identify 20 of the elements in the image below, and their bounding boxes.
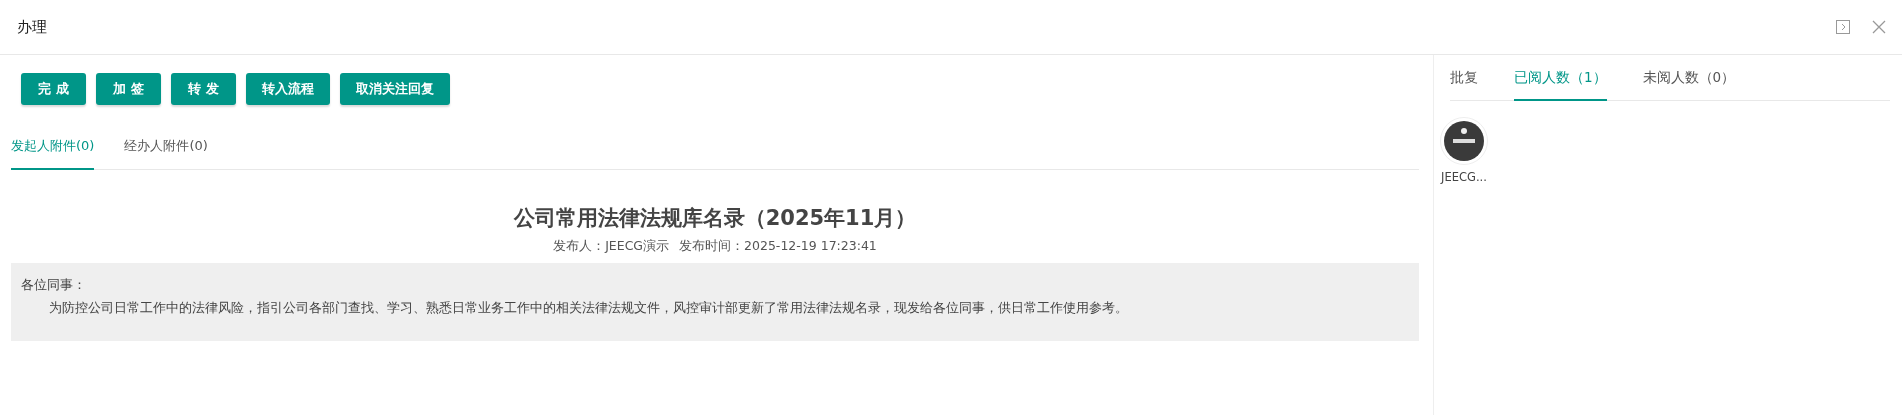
- action-button[interactable]: 转 发: [171, 73, 236, 105]
- avatar: [1440, 117, 1488, 165]
- side-tab[interactable]: 批复: [1450, 69, 1478, 101]
- side-tab[interactable]: 已阅人数（1）: [1514, 69, 1607, 101]
- side-tab[interactable]: 未阅人数（0）: [1642, 69, 1736, 101]
- action-button[interactable]: 完 成: [21, 73, 86, 105]
- action-button[interactable]: 取消关注回复: [340, 73, 450, 105]
- close-icon[interactable]: [1872, 20, 1886, 34]
- reader-name: JEECG...: [1441, 170, 1487, 184]
- action-button[interactable]: 加 签: [96, 73, 161, 105]
- action-button[interactable]: 转入流程: [246, 73, 330, 105]
- publisher: 发布人：JEECG演示: [553, 238, 670, 255]
- greeting: 各位同事：: [21, 277, 87, 294]
- notice-body: 为防控公司日常工作中的法律风险，指引公司各部门查找、学习、熟悉日常业务工作中的相关法律法规文件，风控审计部更新了常用法律法规名录，现发给各位同事，供日常工作使用参考。: [48, 300, 1129, 317]
- attachment-tab[interactable]: 经办人附件(0): [124, 125, 208, 170]
- window-title: 办理: [17, 17, 48, 37]
- publish-time: 发布时间：2025-12-19 17:23:41: [679, 238, 877, 255]
- notice-title: 公司常用法律法规库名录（2025年11月）: [512, 205, 918, 232]
- expand-icon[interactable]: [1836, 20, 1850, 34]
- attachment-tab[interactable]: 发起人附件(0): [11, 125, 95, 170]
